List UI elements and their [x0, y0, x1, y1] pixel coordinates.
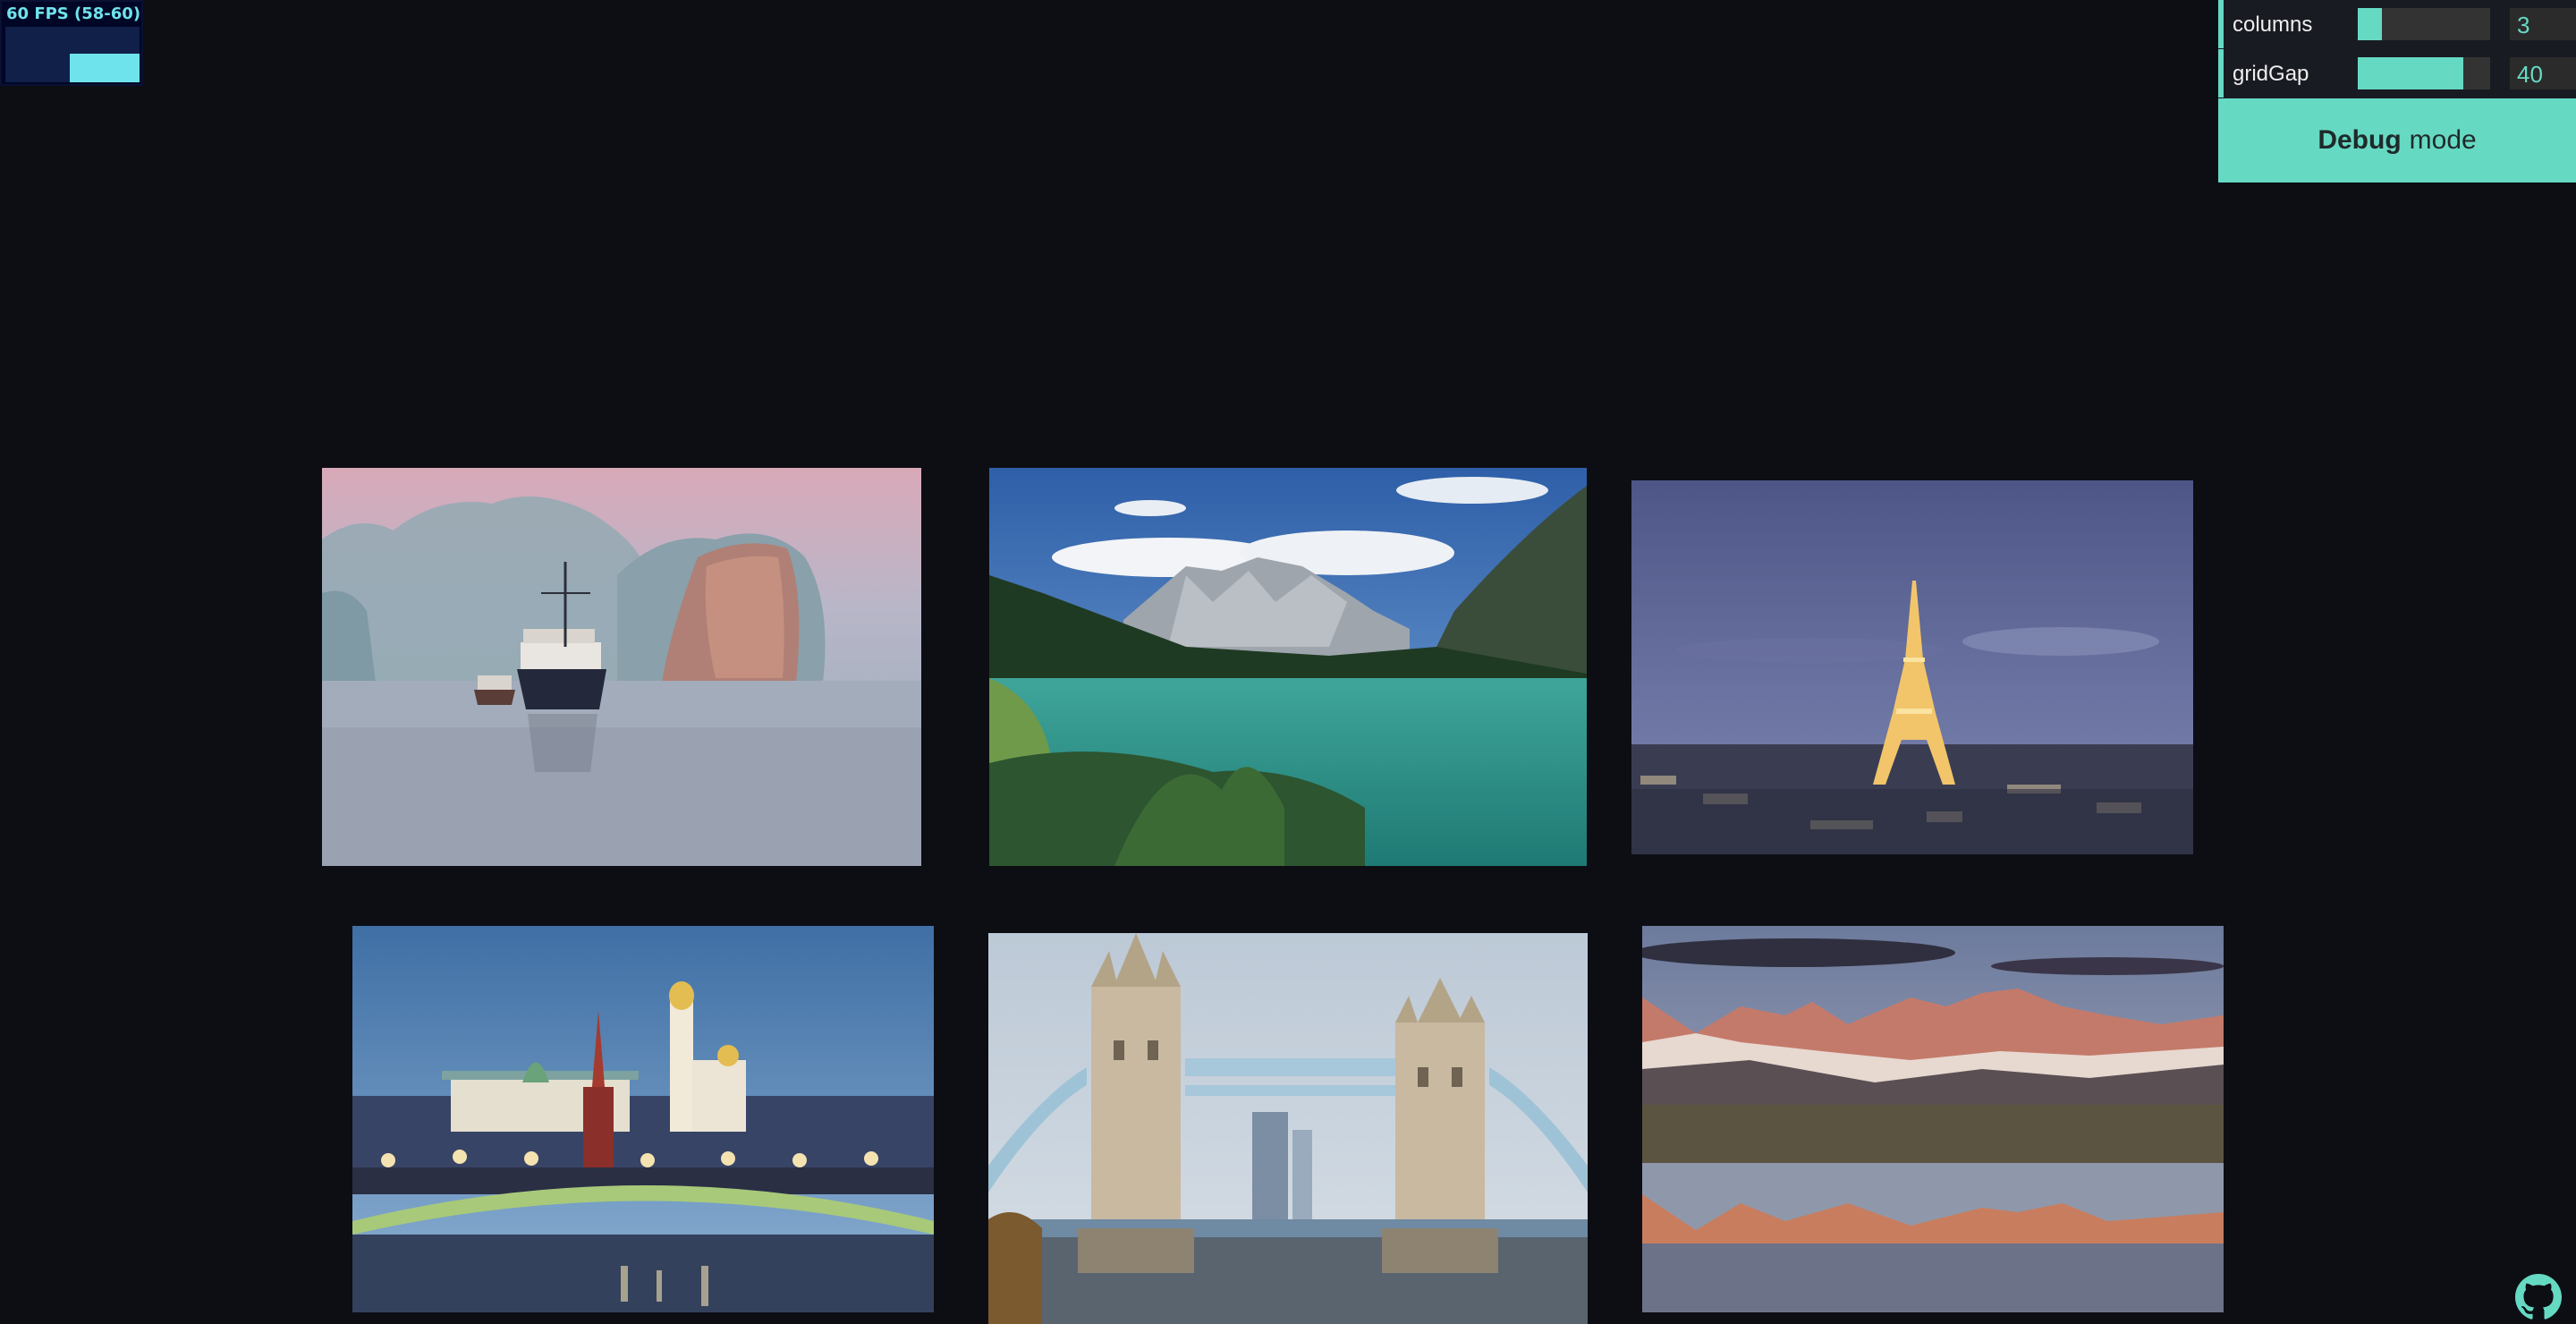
columns-slider-fill — [2358, 8, 2382, 40]
fps-label: 60 FPS (58-60) — [6, 4, 141, 23]
photo-ha-long-bay-boat[interactable] — [322, 468, 921, 866]
columns-control: columns 3 — [2218, 0, 2576, 48]
gridgap-control: gridGap 40 — [2218, 49, 2576, 98]
fps-graph — [5, 27, 140, 82]
gridgap-label: gridGap — [2233, 62, 2309, 86]
fps-bar — [70, 54, 140, 82]
gridgap-slider-fill — [2358, 57, 2464, 89]
columns-value-input[interactable]: 3 — [2510, 8, 2576, 40]
gridgap-value-input[interactable]: 40 — [2510, 57, 2576, 89]
debug-mode-button[interactable]: Debug mode — [2218, 98, 2576, 182]
columns-slider[interactable] — [2358, 8, 2490, 40]
debug-button-rest: mode — [2409, 125, 2477, 155]
photo-eiffel-tower-night[interactable] — [1631, 480, 2193, 854]
github-icon[interactable] — [2515, 1274, 2562, 1320]
control-panel: columns 3 gridGap 40 Debug mode — [2218, 0, 2576, 182]
photo-mountain-lake-reflection-sunset[interactable] — [1642, 926, 2224, 1312]
photo-moscow-kremlin-bridge[interactable] — [352, 926, 934, 1312]
app-stage: 60 FPS (58-60) columns 3 gridGap 40 Debu… — [0, 0, 2576, 1324]
fps-meter: 60 FPS (58-60) — [0, 0, 143, 86]
photo-tower-bridge-london[interactable] — [988, 933, 1588, 1324]
gridgap-slider[interactable] — [2358, 57, 2490, 89]
debug-button-bold: Debug — [2318, 125, 2402, 155]
photo-alpine-lake-mountains[interactable] — [989, 468, 1587, 866]
columns-label: columns — [2233, 13, 2313, 37]
